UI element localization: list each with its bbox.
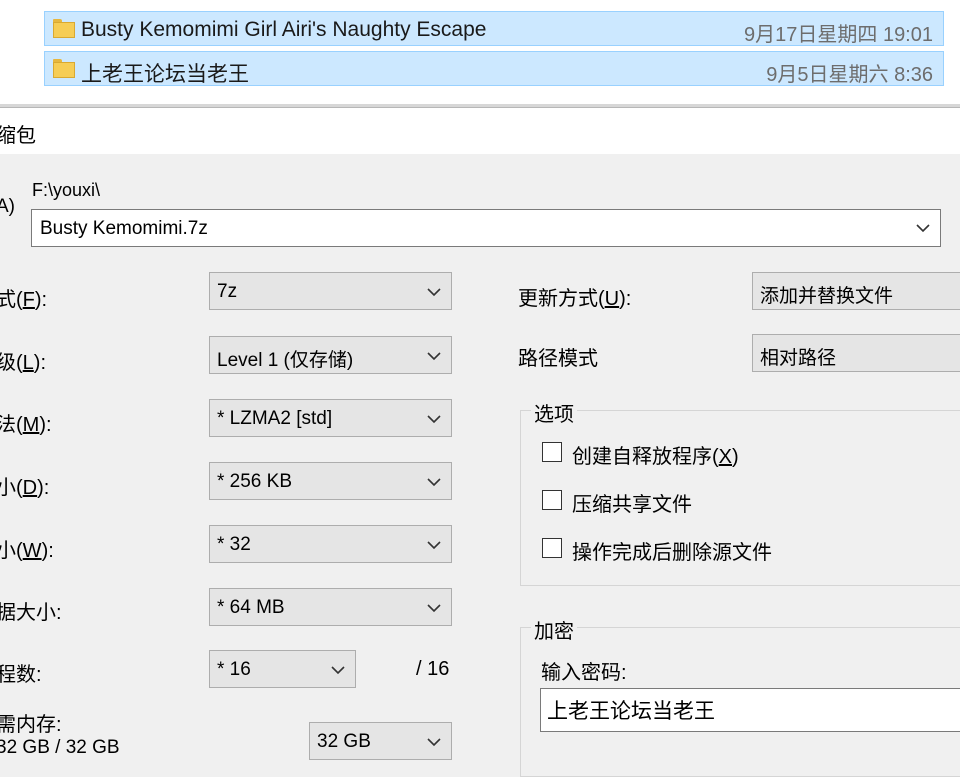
chevron-down-icon <box>427 478 441 487</box>
file-explorer-list: Busty Kemomimi Girl Airi's Naughty Escap… <box>0 0 960 108</box>
memory-select[interactable]: 32 GB <box>309 722 452 760</box>
word-size-label: 小(W): <box>0 540 54 562</box>
threads-label: 程数: <box>0 664 42 686</box>
word-size-select[interactable]: * 32 <box>209 525 452 563</box>
shared-files-checkbox[interactable] <box>542 490 562 510</box>
options-group-title: 选项 <box>531 398 577 427</box>
compression-level-select[interactable]: Level 1 (仅存储) <box>209 336 452 374</box>
chevron-down-icon <box>427 738 441 747</box>
file-date: 9月17日星期四 19:01 <box>744 24 933 46</box>
archive-format-select[interactable]: 7z <box>209 272 452 310</box>
update-mode-label: 更新方式(U): <box>518 288 632 310</box>
archive-label: A) <box>0 196 15 217</box>
solid-block-label: 据大小: <box>0 602 62 624</box>
list-item[interactable]: Busty Kemomimi Girl Airi's Naughty Escap… <box>44 11 944 46</box>
archive-name-combo[interactable]: Busty Kemomimi.7z <box>31 209 941 247</box>
file-date: 9月5日星期六 8:36 <box>766 64 933 86</box>
solid-block-size-select[interactable]: * 64 MB <box>209 588 452 626</box>
chevron-down-icon <box>916 224 930 233</box>
folder-icon <box>53 59 75 78</box>
method-label: 法(M): <box>0 414 52 436</box>
list-item[interactable]: 上老王论坛当老王 9月5日星期六 8:36 <box>44 51 944 86</box>
chevron-down-icon <box>427 288 441 297</box>
archive-path: F:\youxi\ <box>32 180 101 200</box>
chevron-down-icon <box>427 352 441 361</box>
compression-method-select[interactable]: * LZMA2 [std] <box>209 399 452 437</box>
chevron-down-icon <box>331 666 345 675</box>
delete-after-checkbox-label: 操作完成后删除源文件 <box>572 542 772 564</box>
chevron-down-icon <box>427 604 441 613</box>
dictionary-size-select[interactable]: * 256 KB <box>209 462 452 500</box>
level-label: 级(L): <box>0 352 47 374</box>
memory-usage: 32 GB / 32 GB <box>0 737 120 758</box>
folder-icon <box>53 19 75 38</box>
archive-name-value: Busty Kemomimi.7z <box>40 218 208 239</box>
update-mode-select[interactable]: 添加并替换文件 <box>752 272 960 310</box>
path-mode-select[interactable]: 相对路径 <box>752 334 960 372</box>
chevron-down-icon <box>427 541 441 550</box>
sfx-checkbox-label: 创建自释放程序(X) <box>572 446 739 468</box>
path-mode-label: 路径模式 <box>518 348 598 370</box>
memory-label: 需内存: <box>0 714 62 736</box>
add-to-archive-dialog: 缩包 A) F:\youxi\ Busty Kemomimi.7z 式(F): … <box>0 108 960 777</box>
file-name: 上老王论坛当老王 <box>81 63 249 86</box>
password-input[interactable]: 上老王论坛当老王 <box>540 688 960 732</box>
threads-select[interactable]: * 16 <box>209 650 356 688</box>
format-label: 式(F): <box>0 289 48 311</box>
dialog-title: 缩包 <box>0 125 36 147</box>
sfx-checkbox[interactable] <box>542 442 562 462</box>
threads-max: / 16 <box>416 658 450 680</box>
file-name: Busty Kemomimi Girl Airi's Naughty Escap… <box>81 18 487 41</box>
shared-files-checkbox-label: 压缩共享文件 <box>572 494 692 516</box>
encryption-group-title: 加密 <box>531 615 577 644</box>
chevron-down-icon <box>427 415 441 424</box>
password-label: 输入密码: <box>541 662 627 684</box>
dictionary-size-label: 小(D): <box>0 477 50 499</box>
dialog-titlebar: 缩包 <box>0 108 960 154</box>
delete-after-checkbox[interactable] <box>542 538 562 558</box>
